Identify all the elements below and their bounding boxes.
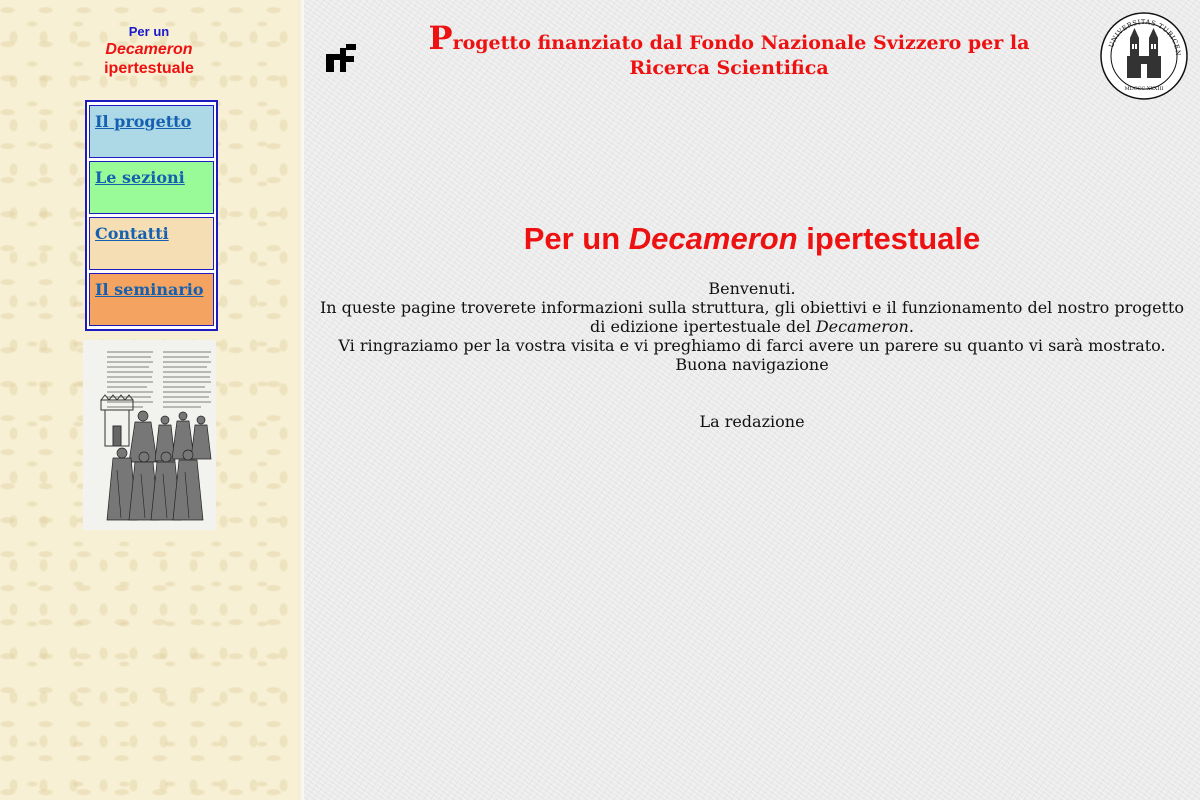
site-title-line1: Per un <box>128 24 170 39</box>
funding-notice: Progetto finanziato dal Fondo Nazionale … <box>394 22 1064 81</box>
site-title: Per un Decameron ipertestuale <box>0 23 298 78</box>
funding-text: rogetto finanziato dal Fondo Nazionale S… <box>452 32 1030 79</box>
welcome-text: Benvenuti. In queste pagine troverete in… <box>314 279 1190 374</box>
menu-item-il-progetto[interactable]: Il progetto <box>89 105 214 158</box>
heading-post: ipertestuale <box>797 221 981 256</box>
heading-italic: Decameron <box>628 221 798 256</box>
page-heading: Per un Decameron ipertestuale <box>304 221 1200 257</box>
menu-item-contatti[interactable]: Contatti <box>89 217 214 270</box>
menu-link-il-seminario[interactable]: Il seminario <box>95 280 204 299</box>
seal-year: MDCCC XXXIII <box>1125 86 1164 92</box>
nav-menu: Il progetto Le sezioni Contatti Il semin… <box>85 100 218 331</box>
intro-pre: In queste pagine troverete informazioni … <box>319 298 1185 336</box>
goodbye-line: Buona navigazione <box>675 355 829 374</box>
site-title-line2: Decameron <box>105 41 193 58</box>
intro-italic: Decameron <box>815 317 909 336</box>
menu-link-contatti[interactable]: Contatti <box>95 224 169 243</box>
funding-initial: P <box>428 19 453 57</box>
signature: La redazione <box>699 412 805 431</box>
manuscript-illustration <box>83 340 216 530</box>
heading-pre: Per un <box>523 221 629 256</box>
site-title-line3: ipertestuale <box>104 60 194 77</box>
menu-link-le-sezioni[interactable]: Le sezioni <box>95 168 185 187</box>
menu-item-il-seminario[interactable]: Il seminario <box>89 273 214 326</box>
intro-line: In queste pagine troverete informazioni … <box>314 298 1190 336</box>
sidebar: Per un Decameron ipertestuale Il progett… <box>0 0 298 800</box>
university-seal-icon: UNIVERSITAS TURICENSIS MDCCC XXXIII <box>1100 12 1188 100</box>
intro-post: . <box>908 317 914 336</box>
thanks-line: Vi ringraziamo per la vostra visita e vi… <box>338 336 1166 355</box>
manuscript-icon <box>83 340 216 530</box>
main-content: Progetto finanziato dal Fondo Nazionale … <box>304 0 1200 800</box>
welcome-line: Benvenuti. <box>708 279 796 298</box>
menu-item-le-sezioni[interactable]: Le sezioni <box>89 161 214 214</box>
fnsnf-logo-icon <box>326 44 356 72</box>
menu-link-il-progetto[interactable]: Il progetto <box>95 112 191 131</box>
